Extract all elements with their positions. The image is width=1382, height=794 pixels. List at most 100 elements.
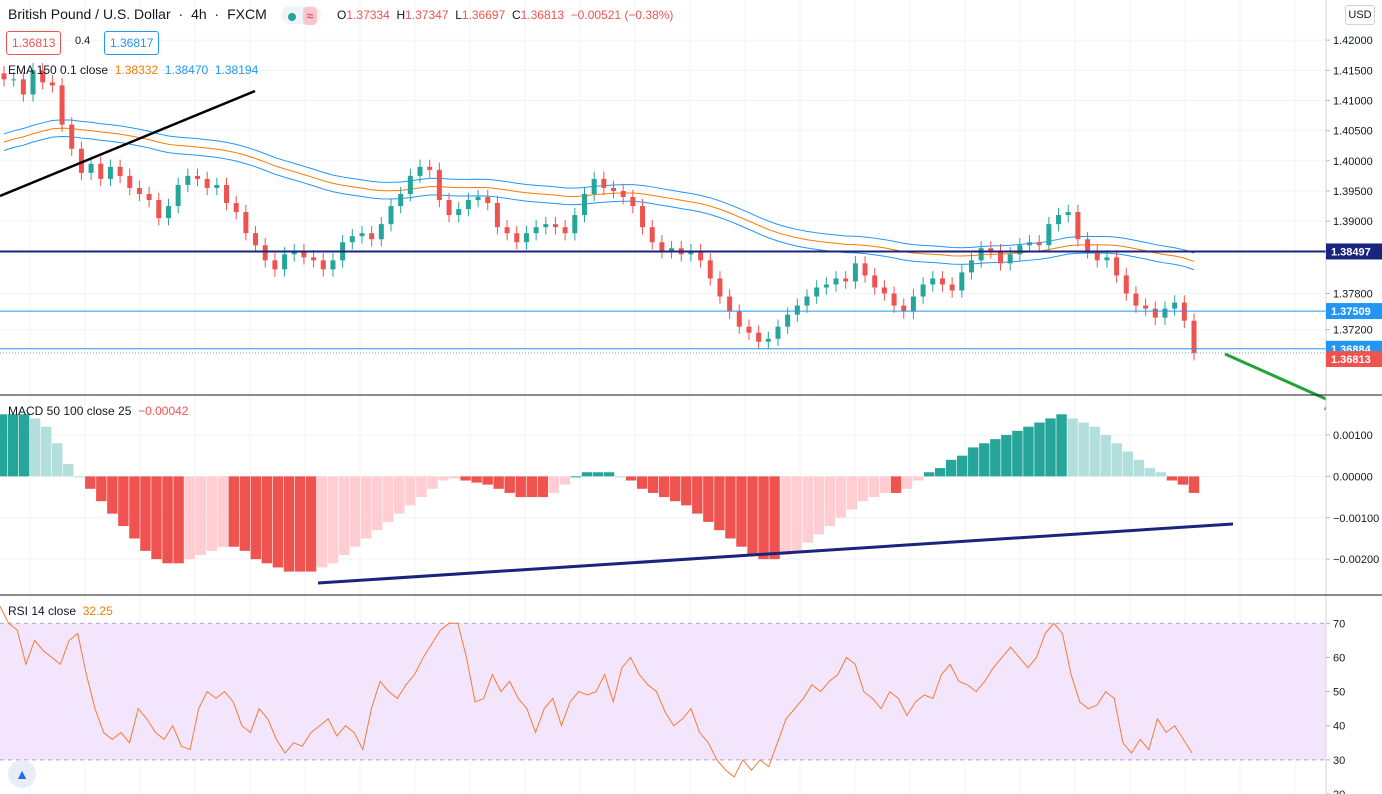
macd-bar: [1078, 422, 1089, 477]
chart-canvas[interactable]: 1.42000 1.41500 1.41000 1.40500 1.40000 1.395…: [0, 0, 1382, 794]
candle: [1094, 244, 1100, 268]
level-price-label: 1.37509: [1331, 306, 1371, 318]
candle-body: [814, 287, 820, 297]
candle-body: [11, 79, 17, 81]
candle-body: [494, 203, 500, 228]
ema-lines: [3, 119, 1195, 271]
candle-body: [1017, 245, 1023, 255]
axis-background: [1326, 0, 1382, 794]
horizontal-levels[interactable]: [0, 250, 1326, 354]
macd-bar: [7, 414, 19, 477]
buy-button[interactable]: 1.36817: [104, 31, 160, 55]
macd-bar: [791, 476, 802, 551]
symbol-name[interactable]: British Pound / U.S. Dollar: [8, 6, 171, 22]
candle-body: [630, 197, 636, 207]
macd-bar: [934, 468, 946, 477]
market-open-icon: [287, 12, 296, 21]
ema-lower-line: [3, 135, 1195, 271]
rsi-band: [0, 623, 1326, 760]
candle: [1152, 301, 1158, 325]
candle-body: [156, 200, 162, 219]
macd-bar: [670, 476, 681, 502]
candle: [852, 256, 858, 289]
macd-bar: [1045, 418, 1056, 477]
candle-body: [398, 193, 404, 207]
candle: [194, 168, 200, 187]
macd-bar: [0, 414, 8, 477]
candle-body: [601, 178, 607, 188]
candle: [533, 219, 539, 241]
price-axis[interactable]: 1.42000 1.41500 1.41000 1.40500 1.40000 1.395…: [1325, 0, 1382, 794]
interval[interactable]: 4h: [191, 6, 207, 22]
macd-bar: [1089, 426, 1100, 477]
candle-body: [388, 206, 394, 225]
candle-body: [514, 233, 520, 243]
candle-body: [843, 278, 849, 282]
macd-bar: [394, 476, 405, 514]
macd-bar: [603, 472, 615, 477]
macd-bar: [979, 443, 990, 477]
ema-legend[interactable]: EMA 150 0.1 close 1.38332 1.38470 1.3819…: [8, 63, 258, 77]
price-tick-label: 1.41000: [1333, 95, 1373, 107]
candle-body: [698, 251, 704, 261]
candle-body: [117, 166, 123, 176]
candle: [243, 204, 249, 241]
candle: [291, 244, 297, 262]
candle: [959, 265, 965, 298]
candle-body: [543, 224, 549, 228]
candle: [272, 253, 278, 277]
macd-bar: [228, 476, 239, 547]
candle-body: [127, 175, 133, 188]
candle: [698, 244, 704, 268]
macd-bar: [1111, 443, 1122, 477]
candle: [968, 253, 974, 280]
candle: [146, 186, 152, 208]
macd-bar: [1144, 468, 1156, 477]
candle-body: [1007, 254, 1013, 264]
chart-header: British Pound / U.S. Dollar · 4h · FXCM …: [8, 6, 674, 26]
macd-bar: [416, 476, 427, 498]
macd-bar: [294, 476, 306, 572]
macd-bar: [327, 476, 339, 564]
price-tick-label: 1.41500: [1333, 65, 1373, 77]
candle-body: [998, 251, 1004, 264]
forecast-arrow-line: [1224, 352, 1336, 405]
candle: [1065, 204, 1071, 223]
candle: [1, 66, 7, 87]
macd-legend[interactable]: MACD 50 100 close 25 −0.00042: [8, 404, 188, 418]
macd-bar: [173, 476, 184, 564]
macd-bar: [647, 476, 659, 493]
price-tick-label: 1.39500: [1333, 186, 1373, 198]
macd-bar: [162, 476, 173, 564]
macd-bar: [901, 476, 913, 489]
macd-bar: [780, 476, 791, 556]
candle: [707, 253, 713, 286]
candle-body: [1123, 275, 1129, 294]
candle-body: [1152, 308, 1158, 318]
candle-body: [649, 227, 655, 243]
currency-button[interactable]: USD: [1345, 5, 1375, 25]
candle-body: [978, 248, 984, 261]
macd-bar: [316, 476, 328, 568]
candle: [156, 192, 162, 226]
candle-body: [98, 163, 104, 179]
tradingview-logo-icon[interactable]: ▲: [8, 760, 36, 788]
candle: [572, 207, 578, 241]
sell-button[interactable]: 1.36813: [6, 31, 62, 55]
candle: [436, 162, 442, 208]
candle-body: [446, 200, 452, 216]
macd-bar: [714, 476, 725, 531]
rsi-legend[interactable]: RSI 14 close 32.25: [8, 604, 113, 618]
price-tick-label: 1.40000: [1333, 156, 1373, 168]
candle: [494, 195, 500, 235]
candle-body: [1, 73, 7, 80]
candle-body: [591, 178, 597, 194]
status-badges[interactable]: ≈: [280, 6, 322, 26]
macd-bar: [74, 476, 85, 478]
candle: [562, 219, 568, 241]
candle-body: [504, 227, 510, 234]
macd-bar: [195, 476, 206, 556]
candle-body: [949, 284, 955, 291]
candle: [185, 168, 191, 193]
macd-bar: [482, 476, 493, 485]
